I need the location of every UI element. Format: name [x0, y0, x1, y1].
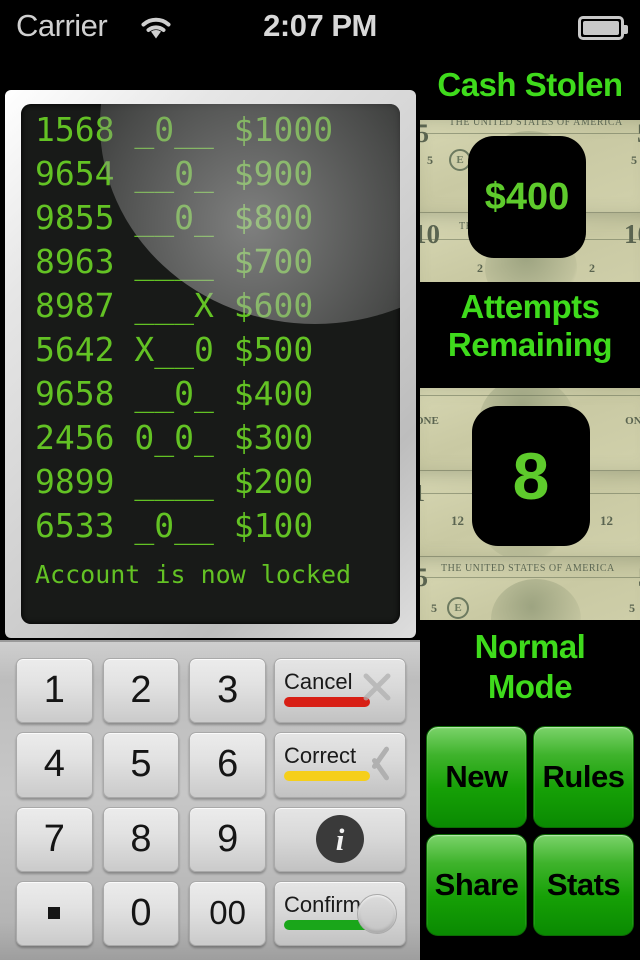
key-1[interactable]: 1 — [16, 658, 93, 724]
lcd-row: 1568 _0__ $1000 — [21, 108, 400, 152]
lcd-row-pattern: X__0 — [134, 330, 214, 369]
key-8[interactable]: 8 — [102, 806, 180, 872]
lcd-row-code: 9654 — [35, 154, 115, 193]
correct-button[interactable]: Correct — [274, 732, 406, 798]
close-x-icon — [355, 665, 399, 709]
lcd-row-code: 9855 — [35, 198, 115, 237]
attempts-money-backdrop: ONE ONE 1 1 12 12 5 5 THE UNITED STATES — [420, 388, 640, 620]
cancel-button-label: Cancel — [284, 669, 353, 694]
key-6[interactable]: 6 — [189, 732, 266, 798]
key-00[interactable]: 00 — [189, 880, 266, 946]
lcd-row: 8963 ____ $700 — [21, 240, 400, 284]
chevron-left-icon — [361, 741, 395, 781]
atm-lcd-display: 1568 _0__ $1000 9654 __0_ $900 9855 __0_ $… — [21, 104, 400, 624]
key-2[interactable]: 2 — [102, 658, 180, 724]
lcd-row-pattern: __0_ — [134, 154, 214, 193]
cash-stolen-value-tile: $400 — [468, 136, 586, 258]
lcd-row: 6533 _0__ $100 — [21, 504, 400, 548]
cash-stolen-money-backdrop: 5 5 5 5 THE UNITED STATES OF AMERICA E 1… — [420, 120, 640, 282]
numeric-keys: 1 2 3 4 5 6 7 8 9 0 00 — [16, 658, 266, 946]
lcd-row-amount: $200 — [233, 462, 314, 501]
lcd-row-code: 1568 — [35, 110, 115, 149]
lcd-row-code: 9899 — [35, 462, 115, 501]
lcd-row: 5642 X__0 $500 — [21, 328, 400, 372]
status-bar: Carrier 2:07 PM — [0, 0, 640, 58]
info-button[interactable]: i — [274, 806, 406, 872]
clock-label: 2:07 PM — [263, 8, 377, 43]
attempts-heading-line2: Remaining — [447, 326, 613, 363]
lcd-row: 2456 0_0_ $300 — [21, 416, 400, 460]
lcd-row-code: 2456 — [35, 418, 115, 457]
lcd-row-code: 5642 — [35, 330, 115, 369]
key-7[interactable]: 7 — [16, 806, 93, 872]
action-buttons: New Rules Share Stats — [420, 726, 640, 936]
atm-keypad: 1 2 3 4 5 6 7 8 9 0 00 Cancel Correct i Confirm — [0, 640, 420, 960]
lcd-row-amount: $800 — [233, 198, 314, 237]
info-icon: i — [316, 815, 364, 864]
lcd-row-amount: $100 — [233, 506, 314, 545]
lcd-row-amount: $1000 — [233, 110, 334, 149]
atm-machine: 1568 _0__ $1000 9654 __0_ $900 9855 __0_ $… — [0, 58, 420, 960]
info-panel: Cash Stolen 5 5 5 5 THE UNITED STATES OF… — [420, 58, 640, 960]
lcd-row-pattern: ____ — [134, 462, 214, 501]
lcd-row-pattern: ____ — [134, 242, 214, 281]
cash-stolen-heading: Cash Stolen — [437, 66, 623, 103]
action-button-new[interactable]: New — [426, 726, 527, 828]
key-5[interactable]: 5 — [102, 732, 180, 798]
lcd-row: 9658 __0_ $400 — [21, 372, 400, 416]
key-3[interactable]: 3 — [189, 658, 266, 724]
attempts-heading-line1: Attempts — [460, 288, 600, 325]
key-4[interactable]: 4 — [16, 732, 93, 798]
lcd-row-code: 9658 — [35, 374, 115, 413]
lcd-row-amount: $700 — [233, 242, 314, 281]
lcd-row-code: 8987 — [35, 286, 115, 325]
lcd-row-pattern: __0_ — [134, 198, 214, 237]
mode-label-line2: Mode — [487, 668, 573, 705]
battery-icon — [578, 16, 628, 40]
correct-button-color-bar — [284, 771, 370, 782]
lcd-row: 8987 ___X $600 — [21, 284, 400, 328]
mode-label-line1: Normal — [474, 628, 586, 665]
lcd-row-amount: $300 — [233, 418, 314, 457]
lcd-row-amount: $400 — [233, 374, 314, 413]
lcd-row-pattern: __0_ — [134, 374, 214, 413]
key-dot[interactable] — [16, 880, 93, 946]
key-0[interactable]: 0 — [102, 880, 180, 946]
app-screen: Carrier 2:07 PM 1568 _0__ $1000 9654 __0_… — [0, 0, 640, 960]
lcd-row: 9855 __0_ $800 — [21, 196, 400, 240]
lcd-row-pattern: _0__ — [134, 506, 214, 545]
lcd-row: 9654 __0_ $900 — [21, 152, 400, 196]
confirm-button-color-bar — [284, 919, 370, 930]
lcd-row-code: 8963 — [35, 242, 115, 281]
lcd-row-code: 6533 — [35, 506, 115, 545]
lcd-rows-container: 1568 _0__ $1000 9654 __0_ $900 9855 __0_ $… — [21, 108, 400, 594]
lcd-row-pattern: ___X — [134, 286, 214, 325]
lcd-row-pattern: 0_0_ — [134, 418, 214, 457]
key-9[interactable]: 9 — [189, 806, 266, 872]
lcd-row-amount: $600 — [233, 286, 314, 325]
action-button-stats[interactable]: Stats — [533, 834, 634, 936]
cancel-button[interactable]: Cancel — [274, 658, 406, 724]
cash-stolen-value: $400 — [484, 175, 570, 218]
function-keys: Cancel Correct i Confirm — [274, 658, 406, 946]
lcd-row-pattern: _0__ — [134, 110, 214, 149]
correct-button-label: Correct — [284, 743, 357, 769]
action-button-rules[interactable]: Rules — [533, 726, 634, 828]
attempts-value-tile: 8 — [472, 406, 590, 546]
lcd-row-amount: $500 — [233, 330, 314, 369]
confirm-button-label: Confirm — [284, 891, 362, 917]
action-button-share[interactable]: Share — [426, 834, 527, 936]
lcd-row: 9899 ____ $200 — [21, 460, 400, 504]
attempts-value: 8 — [512, 439, 550, 513]
circle-button-icon — [357, 893, 397, 934]
lcd-status-message: Account is now locked — [35, 560, 352, 589]
confirm-button[interactable]: Confirm — [274, 880, 406, 946]
atm-screen-bezel: 1568 _0__ $1000 9654 __0_ $900 9855 __0_ $… — [5, 90, 416, 638]
lcd-row-amount: $900 — [233, 154, 314, 193]
